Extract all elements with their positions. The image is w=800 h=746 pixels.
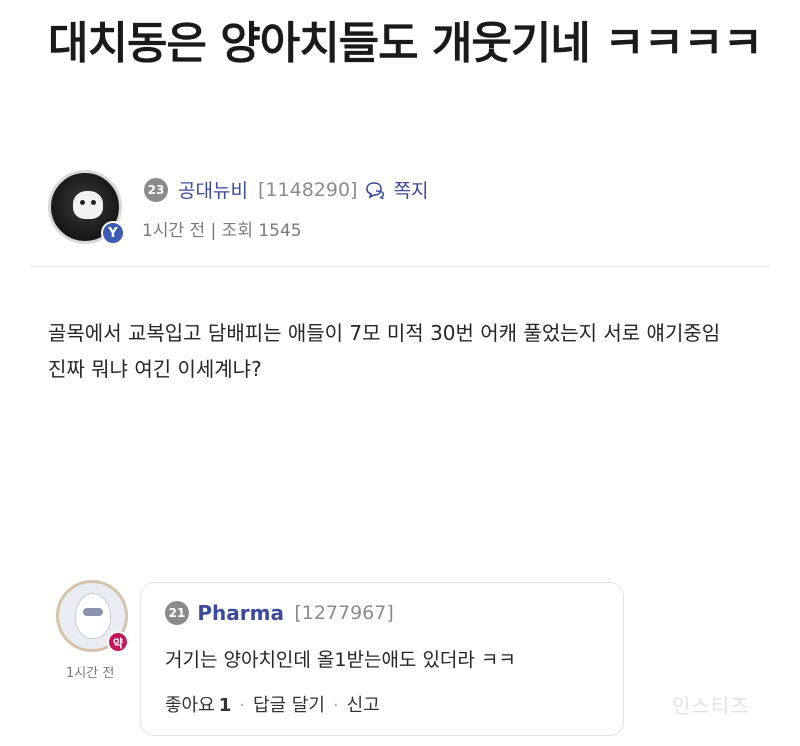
like-button[interactable]: 좋아요 1 bbox=[165, 695, 231, 716]
author-avatar[interactable]: Y bbox=[48, 170, 125, 245]
like-label: 좋아요 bbox=[165, 695, 215, 716]
comment-time: 1시간 전 bbox=[66, 666, 115, 681]
report-button[interactable]: 신고 bbox=[347, 695, 380, 716]
separator-dot: · bbox=[332, 695, 339, 716]
comment-actions: 좋아요 1 · 답글 달기 · 신고 bbox=[165, 691, 380, 717]
comment-level-badge: 21 bbox=[165, 600, 189, 625]
commenter-id: [1277967] bbox=[294, 601, 394, 624]
commenter-avatar[interactable]: 약 bbox=[56, 580, 129, 653]
author-badge: Y bbox=[101, 221, 125, 245]
post-body: 골목에서 교복입고 담배피는 애들이 7모 미적 30번 어캐 풀었는지 서로 … bbox=[48, 321, 721, 381]
commenter-badge: 약 bbox=[107, 631, 129, 653]
level-badge: 23 bbox=[144, 177, 168, 202]
comment-text: 거기는 양아치인데 올1받는애도 있더라 ㅋㅋ bbox=[165, 649, 516, 671]
post-meta: 1시간 전 | 조회 1545 bbox=[142, 221, 302, 241]
message-icon[interactable] bbox=[364, 181, 386, 199]
reply-button[interactable]: 답글 달기 bbox=[253, 695, 325, 716]
separator-dot: · bbox=[239, 695, 245, 716]
bird-icon bbox=[75, 593, 111, 639]
author-line: 23 공대뉴비 [1148290] 쪽지 bbox=[144, 176, 429, 203]
comment-header: 21 Pharma [1277967] bbox=[165, 599, 394, 625]
author-row: Y 23 공대뉴비 [1148290] 쪽지 1시간 전 | 조회 1545 bbox=[48, 170, 748, 250]
message-button[interactable]: 쪽지 bbox=[394, 180, 429, 202]
hamster-icon bbox=[73, 191, 103, 219]
comment-box: 21 Pharma [1277967] 거기는 양아치인데 올1받는애도 있더라… bbox=[140, 582, 624, 736]
like-count: 1 bbox=[218, 695, 232, 716]
post-title: 대치동은 양아치들도 개웃기네 ㅋㅋㅋㅋ bbox=[48, 18, 763, 69]
author-id: [1148290] bbox=[258, 178, 358, 201]
commenter-name[interactable]: Pharma bbox=[197, 601, 284, 625]
author-name[interactable]: 공대뉴비 bbox=[178, 180, 248, 202]
site-watermark: 인스티즈 bbox=[672, 694, 750, 718]
divider bbox=[30, 266, 770, 267]
